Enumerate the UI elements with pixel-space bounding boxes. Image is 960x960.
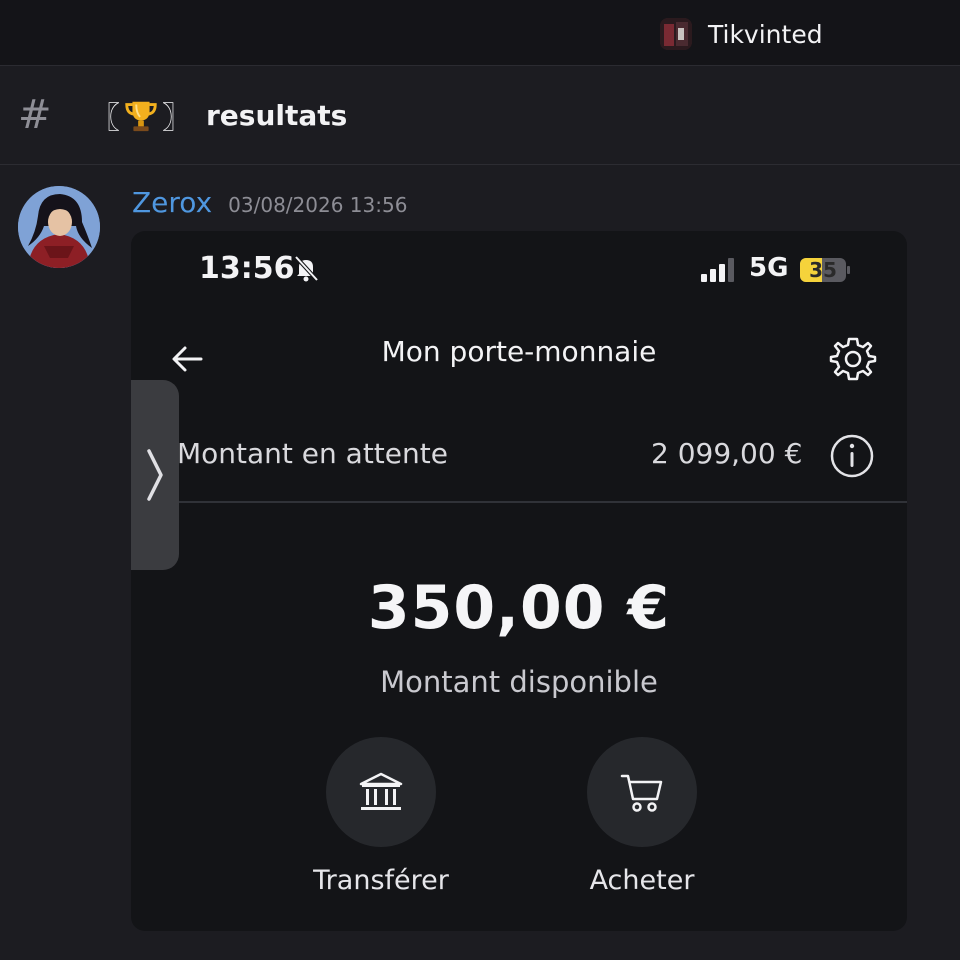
author-name[interactable]: Zerox [132,186,212,219]
available-balance: 350,00 € [367,573,671,643]
buy-label: Acheter [589,865,695,896]
transfer-button[interactable] [326,737,436,847]
chevron-right-icon [147,449,163,501]
channel-bracket-close: 〗 [162,101,192,136]
server-header[interactable]: Tikvinted [660,16,823,52]
info-icon[interactable] [829,433,875,479]
channel-header: # 〖 〗 resultats [0,67,960,165]
channel-name: resultats [206,98,348,132]
title-bar: Tikvinted [0,0,960,66]
pending-amount-value: 2 099,00 € [651,437,803,470]
bell-muted-icon [294,255,319,282]
screen-title: Mon porte-monnaie [381,335,657,368]
channel-bracket-open: 〖 [90,101,120,136]
channel-hash-icon: # [18,92,52,138]
status-time: 13:56 [199,251,295,286]
server-name: Tikvinted [708,19,823,49]
battery-level: 35 [809,258,837,282]
available-balance-label: Montant disponible [380,665,658,699]
attachment-image[interactable]: 13:56 5G 35 Mon porte-monnaie Montant en… [131,231,907,931]
gear-icon[interactable] [829,335,877,383]
pending-amount-label: Montant en attente [177,437,448,470]
channel-title[interactable]: 〖 〗 resultats [90,93,347,137]
message-header: Zerox 03/08/2026 13:56 [132,186,407,226]
trophy-icon [125,101,157,132]
signal-icon [701,258,734,282]
divider [131,501,907,503]
server-avatar [660,18,692,50]
network-type: 5G [749,253,789,283]
cart-icon [620,774,663,812]
transfer-label: Transférer [313,865,449,896]
message-timestamp: 03/08/2026 13:56 [228,193,408,217]
avatar[interactable] [18,186,100,268]
bank-icon [359,772,403,810]
buy-button[interactable] [587,737,697,847]
sidebar-pull-tab[interactable] [131,380,179,570]
